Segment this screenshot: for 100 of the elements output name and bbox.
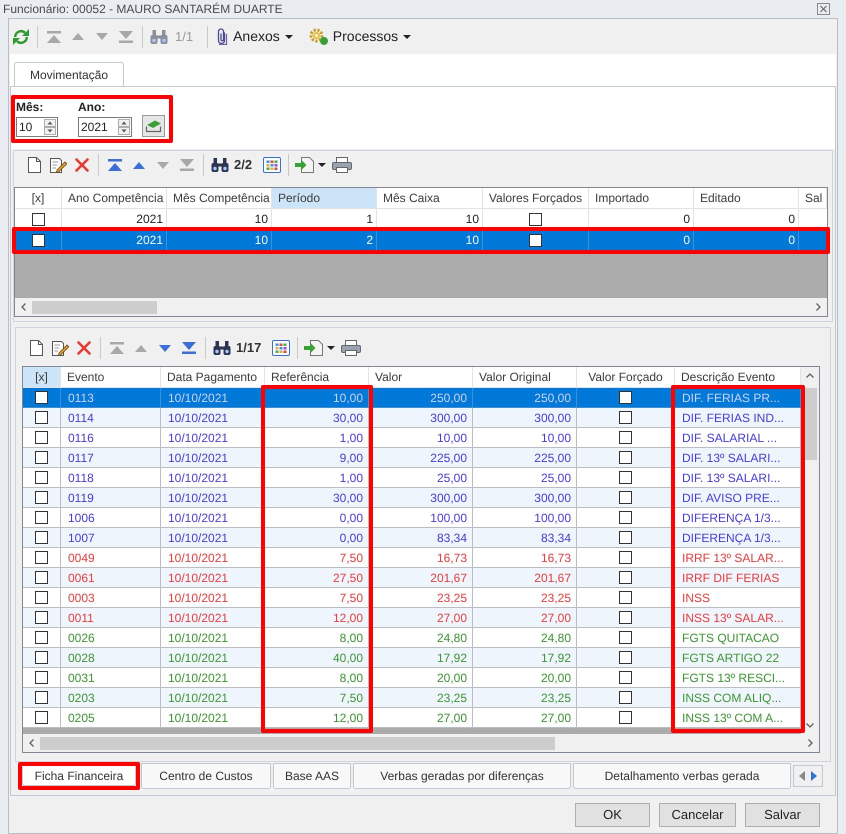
checkbox[interactable] — [35, 551, 48, 564]
checkbox[interactable] — [619, 511, 632, 524]
tab[interactable]: Verbas geradas por diferenças — [353, 763, 571, 789]
checkbox[interactable] — [35, 691, 48, 704]
checkbox[interactable] — [32, 212, 44, 226]
arrow-up-bar-icon[interactable] — [108, 159, 122, 171]
table-row[interactable]: 0118 10/10/2021 1,00 25,00 25,00 DIF. 13º SALARI... — [23, 468, 801, 488]
caret-icon[interactable] — [284, 34, 293, 38]
table-row[interactable]: 1006 10/10/2021 0,00 100,00 100,00 DIFERENÇA 1/3... — [23, 508, 801, 528]
checkbox[interactable] — [619, 671, 632, 684]
scroll-right-icon[interactable] — [816, 303, 821, 311]
scrollbar-thumb[interactable] — [32, 300, 157, 314]
arrow-down-icon[interactable] — [159, 344, 171, 352]
table-row[interactable]: 0114 10/10/2021 30,00 300,00 300,00 DIF. FERIAS IND... — [23, 408, 801, 428]
binoculars-icon[interactable] — [211, 158, 229, 172]
gear-icon[interactable] — [308, 28, 328, 45]
printer-icon[interactable] — [341, 340, 362, 356]
delete-icon[interactable] — [77, 341, 91, 355]
column-header[interactable]: Evento — [61, 367, 161, 388]
checkbox[interactable] — [619, 611, 632, 624]
column-header[interactable]: Mês Competência — [167, 188, 272, 209]
column-header[interactable]: Ano Competência — [62, 188, 167, 209]
tab[interactable]: Base AAS — [273, 763, 351, 789]
checkbox[interactable] — [32, 234, 44, 246]
scroll-left-icon[interactable] — [29, 739, 34, 747]
checkbox[interactable] — [619, 551, 632, 564]
edit-document-icon[interactable] — [50, 157, 66, 173]
checkbox[interactable] — [619, 451, 632, 464]
column-header[interactable]: Mês Caixa — [377, 188, 483, 209]
checkbox[interactable] — [35, 391, 48, 404]
horizontal-scrollbar[interactable] — [15, 298, 827, 316]
new-document-icon[interactable] — [28, 157, 40, 173]
checkbox[interactable] — [619, 571, 632, 584]
column-header[interactable]: Sal — [799, 188, 827, 209]
scroll-left-icon[interactable] — [21, 303, 26, 311]
table-row[interactable]: 0116 10/10/2021 1,00 10,00 10,00 DIF. SALARIAL ... — [23, 428, 801, 448]
menu-button[interactable]: Anexos — [212, 24, 297, 48]
checkbox[interactable] — [619, 391, 632, 404]
column-header[interactable]: Período — [272, 188, 377, 209]
checkbox[interactable] — [35, 411, 48, 424]
checkbox[interactable] — [619, 531, 632, 544]
horizontal-scrollbar[interactable] — [23, 734, 819, 752]
checkbox[interactable] — [35, 671, 48, 684]
table-row[interactable]: 0061 10/10/2021 27,50 201,67 201,67 IRRF DIF FERIAS — [23, 568, 801, 588]
checkbox[interactable] — [619, 491, 632, 504]
column-header[interactable]: [x] — [15, 188, 62, 209]
checkbox[interactable] — [35, 631, 48, 644]
refresh-icon[interactable] — [13, 28, 29, 44]
checkbox[interactable] — [619, 631, 632, 644]
table-row[interactable]: 0119 10/10/2021 30,00 300,00 300,00 DIF. AVISO PRE... — [23, 488, 801, 508]
edit-document-icon[interactable] — [52, 340, 68, 356]
paperclip-icon[interactable] — [216, 28, 228, 45]
checkbox[interactable] — [529, 212, 542, 226]
column-header[interactable]: Valores Forçados — [483, 188, 589, 209]
table-row[interactable]: 0049 10/10/2021 7,50 16,73 16,73 IRRF 13º SALAR... — [23, 548, 801, 568]
checkbox[interactable] — [619, 651, 632, 664]
checkbox[interactable] — [35, 491, 48, 504]
checkbox[interactable] — [35, 571, 48, 584]
document-arrow-icon[interactable] — [295, 157, 316, 173]
column-header[interactable]: Valor Forçado — [577, 367, 675, 388]
scroll-right-icon[interactable] — [811, 771, 817, 781]
caret-icon[interactable] — [318, 163, 326, 167]
tab[interactable]: Detalhamento verbas gerada — [573, 763, 791, 789]
ok-button[interactable]: OK — [575, 803, 650, 827]
table-row[interactable]: 0003 10/10/2021 7,50 23,25 23,25 INSS — [23, 588, 801, 608]
tab[interactable]: Ficha Financeira — [22, 766, 136, 786]
column-header[interactable]: Importado — [589, 188, 694, 209]
number-field[interactable]: 10 — [16, 117, 58, 137]
close-icon[interactable] — [817, 3, 830, 15]
checkbox[interactable] — [35, 711, 48, 724]
document-arrow-icon[interactable] — [304, 340, 324, 356]
binoculars-icon[interactable] — [213, 341, 231, 355]
save-button[interactable]: Salvar — [745, 803, 820, 827]
table-row[interactable]: 0031 10/10/2021 8,00 20,00 20,00 FGTS 13º RESCI... — [23, 668, 801, 688]
caret-icon[interactable] — [403, 34, 412, 38]
checkbox[interactable] — [619, 431, 632, 444]
scrollbar-thumb[interactable] — [40, 736, 555, 750]
checkbox[interactable] — [619, 471, 632, 484]
table-row[interactable]: 0117 10/10/2021 9,00 225,00 225,00 DIF. 13º SALARI... — [23, 448, 801, 468]
checkbox[interactable] — [619, 591, 632, 604]
tab[interactable]: Centro de Custos — [141, 763, 271, 789]
checkbox[interactable] — [35, 591, 48, 604]
table-row[interactable]: 1007 10/10/2021 0,00 83,34 83,34 DIFERENÇA 1/3... — [23, 528, 801, 548]
scroll-left-icon[interactable] — [799, 771, 805, 781]
column-header[interactable]: [x] — [23, 367, 61, 388]
column-header[interactable]: Data Pagamento — [161, 367, 265, 388]
checkbox[interactable] — [35, 431, 48, 444]
number-field[interactable]: 2021 — [78, 117, 132, 137]
checkbox[interactable] — [35, 471, 48, 484]
column-header[interactable]: Editado — [694, 188, 799, 209]
table-row[interactable]: 0205 10/10/2021 12,00 27,00 27,00 INSS 13º COM A... — [23, 708, 801, 728]
spin-buttons-icon[interactable] — [118, 119, 130, 135]
cancel-button[interactable]: Cancelar — [659, 803, 736, 827]
scroll-right-icon[interactable] — [808, 739, 813, 747]
arrow-up-icon[interactable] — [133, 162, 145, 168]
scroll-down-icon[interactable] — [806, 723, 814, 728]
tray-icon[interactable] — [142, 115, 165, 137]
arrow-down-bar-icon[interactable] — [182, 342, 196, 354]
checkbox[interactable] — [35, 531, 48, 544]
table-row[interactable]: 2021 10 2 10 0 0 — [15, 230, 827, 251]
